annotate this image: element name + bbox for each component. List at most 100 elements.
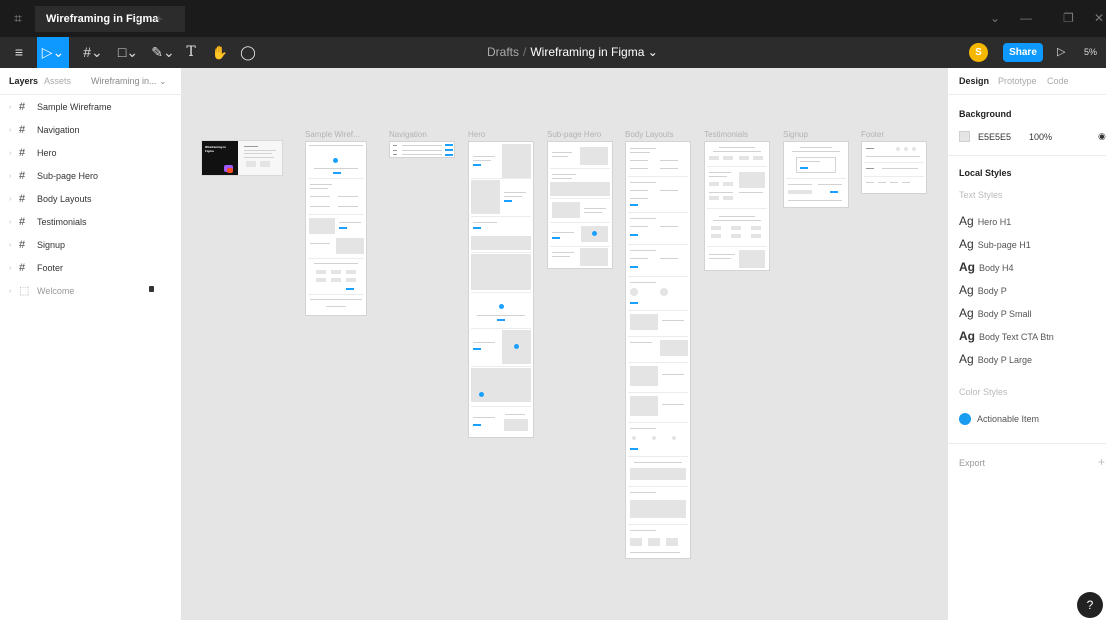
- layer-label: Footer: [37, 263, 64, 273]
- file-tab-title: Wireframing in Figma: [46, 13, 159, 25]
- layer-footer[interactable]: › # Footer: [0, 257, 181, 280]
- breadcrumb-separator: /: [523, 45, 527, 59]
- user-avatar[interactable]: S: [969, 43, 988, 62]
- frame-hero[interactable]: [468, 141, 534, 438]
- text-style-hero-h1[interactable]: Ag Hero H1: [959, 212, 1104, 232]
- share-button[interactable]: Share: [1003, 43, 1043, 62]
- present-play-icon[interactable]: ▷: [1057, 37, 1065, 68]
- caret-right-icon[interactable]: ›: [9, 165, 11, 188]
- minimize-icon[interactable]: —: [1020, 10, 1032, 26]
- frame-label-sample-wireframe[interactable]: Sample Wiref...: [305, 130, 360, 139]
- comment-tool-icon[interactable]: ◯: [238, 37, 258, 68]
- right-panel-tabs: Design Prototype Code: [948, 68, 1106, 95]
- frame-icon: #: [19, 262, 26, 274]
- frame-icon: #: [19, 147, 26, 159]
- layer-body-layouts[interactable]: › # Body Layouts: [0, 188, 181, 211]
- close-window-icon[interactable]: ✕: [1094, 10, 1104, 26]
- caret-right-icon[interactable]: ›: [9, 211, 11, 234]
- add-export-icon[interactable]: +: [1098, 455, 1105, 469]
- layer-navigation[interactable]: › # Navigation: [0, 119, 181, 142]
- page-selector[interactable]: Wireframing in... ⌄: [91, 68, 167, 95]
- welcome-frame[interactable]: Wireframing in Figma: [201, 140, 283, 176]
- color-style-name[interactable]: Actionable Item: [977, 414, 1039, 424]
- frame-label-testimonials[interactable]: Testimonials: [704, 130, 748, 139]
- lock-icon[interactable]: [149, 286, 154, 292]
- layer-label: Sub-page Hero: [37, 171, 99, 181]
- frame-label-hero[interactable]: Hero: [468, 130, 485, 139]
- close-tab-icon[interactable]: ×: [134, 6, 141, 32]
- chevron-down-icon[interactable]: ⌄: [990, 10, 1000, 26]
- text-style-body-p-large[interactable]: Ag Body P Large: [959, 350, 1104, 370]
- background-hex-input[interactable]: E5E5E5: [978, 132, 1011, 142]
- export-section-title: Export: [959, 458, 986, 468]
- caret-right-icon[interactable]: ›: [9, 257, 11, 280]
- divider: [948, 155, 1106, 156]
- move-tool-icon[interactable]: ▷⌄: [37, 37, 69, 68]
- caret-right-icon[interactable]: ›: [9, 234, 11, 257]
- eye-icon[interactable]: ◉: [1098, 131, 1106, 142]
- frame-tool-icon[interactable]: #⌄: [78, 37, 108, 68]
- frame-label-navigation[interactable]: Navigation: [389, 130, 427, 139]
- breadcrumb-drafts[interactable]: Drafts: [487, 45, 519, 59]
- text-style-name: Body Text CTA Btn: [979, 332, 1054, 342]
- layer-welcome[interactable]: › ⬚ Welcome: [0, 280, 181, 303]
- text-style-body-h4[interactable]: Ag Body H4: [959, 258, 1104, 278]
- frame-label-signup[interactable]: Signup: [783, 130, 808, 139]
- figma-logo-icon[interactable]: ⌗: [14, 10, 28, 26]
- caret-right-icon[interactable]: ›: [9, 119, 11, 142]
- text-style-sub-page-h1[interactable]: Ag Sub-page H1: [959, 235, 1104, 255]
- frame-body-layouts[interactable]: [625, 141, 691, 559]
- canvas[interactable]: Wireframing in Figma Sample Wiref... Nav…: [182, 68, 947, 620]
- divider: [948, 443, 1106, 444]
- layers-panel: Layers Assets Wireframing in... ⌄ › # Samp…: [0, 68, 182, 620]
- new-tab-icon[interactable]: +: [155, 6, 163, 32]
- shape-tool-icon[interactable]: □⌄: [113, 37, 143, 68]
- tab-code[interactable]: Code: [1047, 68, 1069, 95]
- layer-label: Signup: [37, 240, 66, 250]
- tab-layers[interactable]: Layers: [9, 68, 38, 95]
- layer-sample-wireframe[interactable]: › # Sample Wireframe: [0, 96, 181, 119]
- frame-sub-page-hero[interactable]: [547, 141, 613, 269]
- text-style-name: Sub-page H1: [977, 240, 1031, 250]
- layer-signup[interactable]: › # Signup: [0, 234, 181, 257]
- tab-assets[interactable]: Assets: [44, 68, 71, 95]
- frame-icon: #: [19, 239, 26, 251]
- frame-testimonials[interactable]: [704, 141, 770, 271]
- frame-label-sub-page-hero[interactable]: Sub-page Hero: [547, 130, 601, 139]
- local-styles-title: Local Styles: [959, 168, 1012, 178]
- pen-tool-icon[interactable]: ✎⌄: [148, 37, 178, 68]
- hand-tool-icon[interactable]: ✋: [209, 37, 231, 68]
- frame-label-footer[interactable]: Footer: [861, 130, 884, 139]
- help-button[interactable]: ?: [1077, 592, 1103, 618]
- maximize-icon[interactable]: ❐: [1063, 10, 1074, 26]
- caret-right-icon[interactable]: ›: [9, 188, 11, 211]
- tab-design[interactable]: Design: [959, 68, 989, 95]
- layer-testimonials[interactable]: › # Testimonials: [0, 211, 181, 234]
- menu-icon[interactable]: ≡: [8, 37, 30, 68]
- frame-signup[interactable]: [783, 141, 849, 208]
- frame-navigation[interactable]: [389, 141, 455, 158]
- frame-footer[interactable]: [861, 141, 927, 194]
- text-style-body-text-cta-btn[interactable]: Ag Body Text CTA Btn: [959, 327, 1104, 347]
- layer-hero[interactable]: › # Hero: [0, 142, 181, 165]
- text-style-body-p-small[interactable]: Ag Body P Small: [959, 304, 1104, 324]
- background-opacity-input[interactable]: 100%: [1029, 132, 1052, 142]
- text-style-preview: Ag: [959, 306, 974, 320]
- frame-sample-wireframe[interactable]: [305, 141, 367, 316]
- caret-right-icon[interactable]: ›: [9, 142, 11, 165]
- text-style-body-p[interactable]: Ag Body P: [959, 281, 1104, 301]
- frame-label-body-layouts[interactable]: Body Layouts: [625, 130, 673, 139]
- welcome-title: Wireframing in Figma: [205, 145, 226, 153]
- frame-icon: #: [19, 101, 26, 113]
- actionable-item-swatch[interactable]: [959, 413, 971, 425]
- text-tool-icon[interactable]: T: [181, 37, 201, 68]
- tab-prototype[interactable]: Prototype: [998, 68, 1037, 95]
- layer-sub-page-hero[interactable]: › # Sub-page Hero: [0, 165, 181, 188]
- frame-icon: #: [19, 170, 26, 182]
- background-color-swatch[interactable]: [959, 131, 970, 142]
- breadcrumb-file-name[interactable]: Wireframing in Figma ⌄: [530, 45, 657, 59]
- file-tab[interactable]: Wireframing in Figma × +: [35, 6, 185, 32]
- text-style-preview: Ag: [959, 214, 974, 228]
- caret-right-icon[interactable]: ›: [9, 280, 11, 303]
- caret-right-icon[interactable]: ›: [9, 96, 11, 119]
